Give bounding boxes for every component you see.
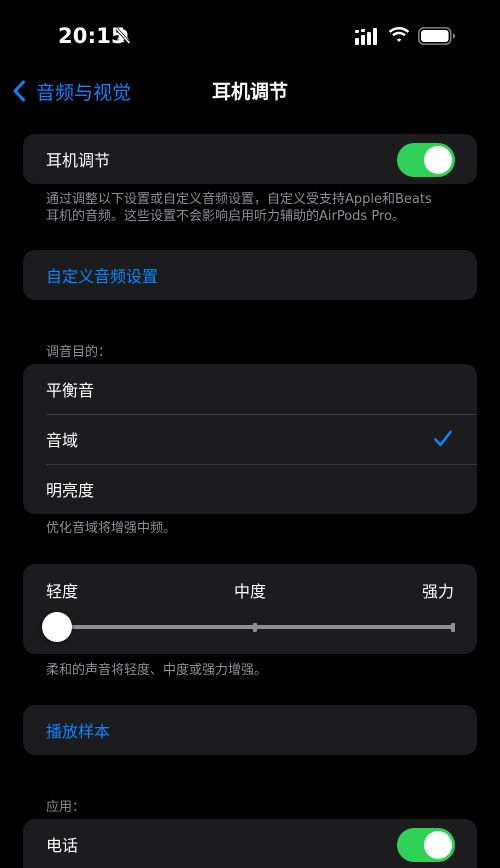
strength-slider-thumb[interactable]	[42, 612, 72, 642]
headphone-footnote-line2: 耳机的音频。这些设置不会影响启用听力辅助的AirPods Pro。	[46, 209, 405, 224]
headphone-footnote-line1: 通过调整以下设置或自定义音频设置，自定义受支持Apple和Beats	[46, 192, 432, 207]
tune-options-group: 平衡音 音域 明亮度	[23, 364, 477, 514]
tune-option-label: 明亮度	[46, 481, 95, 500]
toggle-knob	[424, 146, 452, 174]
navigation-bar: 音频与视觉 耳机调节	[0, 72, 500, 108]
checkmark-icon	[434, 430, 452, 447]
tune-option-label: 平衡音	[46, 381, 95, 400]
cellular-signal-icon	[355, 28, 377, 45]
strength-footnote: 柔和的声音将轻度、中度或强力增强。	[46, 663, 268, 678]
phone-label: 电话	[46, 836, 79, 855]
tune-option-brightness[interactable]: 明亮度	[23, 464, 477, 514]
tune-option-balanced[interactable]: 平衡音	[23, 364, 477, 414]
strength-slider-track[interactable]	[55, 623, 455, 632]
apply-group: 电话	[23, 819, 477, 868]
page-title: 耳机调节	[211, 81, 288, 103]
phone-toggle[interactable]	[397, 828, 455, 862]
wifi-icon	[388, 27, 410, 42]
custom-audio-setup-button[interactable]: 自定义音频设置	[23, 250, 477, 300]
silent-bell-icon	[115, 27, 131, 45]
play-sample-group: 播放样本	[23, 705, 477, 755]
strength-label-moderate: 中度	[233, 582, 266, 601]
tune-option-label: 音域	[46, 431, 79, 450]
headphone-accommodations-group: 耳机调节	[23, 134, 477, 184]
strength-labels: 轻度 中度 强力	[46, 578, 454, 601]
slider-tick-end	[451, 623, 455, 632]
tune-footnote: 优化音域将增强中频。	[46, 521, 177, 536]
custom-audio-group: 自定义音频设置	[23, 250, 477, 300]
status-bar: 20:15	[0, 0, 500, 72]
headphone-accommodations-row: 耳机调节	[23, 134, 477, 184]
play-sample-button[interactable]: 播放样本	[23, 705, 477, 755]
tune-section-header: 调音目的：	[46, 345, 112, 360]
battery-icon	[418, 27, 455, 45]
toggle-knob	[424, 831, 452, 859]
strength-slider-group: 轻度 中度 强力	[23, 564, 477, 654]
strength-label-strong: 强力	[421, 582, 454, 601]
headphone-accommodations-toggle[interactable]	[397, 143, 455, 177]
headphone-accommodations-label: 耳机调节	[46, 151, 111, 170]
tune-option-vocal-range[interactable]: 音域	[23, 414, 477, 464]
headphone-footnote: 通过调整以下设置或自定义音频设置，自定义受支持Apple和Beats 耳机的音频…	[46, 191, 466, 225]
apply-section-header: 应用：	[46, 800, 86, 815]
slider-tick-middle	[253, 623, 257, 632]
phone-row: 电话	[23, 819, 477, 868]
